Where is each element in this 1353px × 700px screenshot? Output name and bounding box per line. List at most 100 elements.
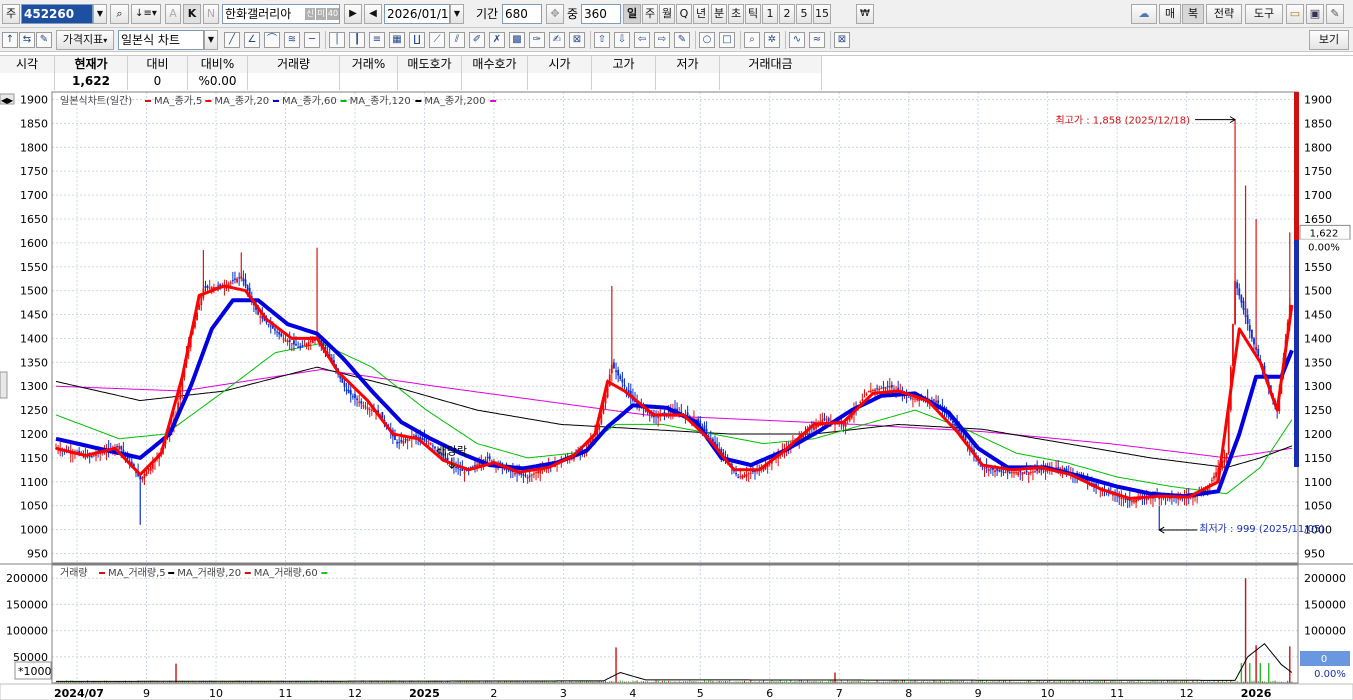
- candle-body: [139, 476, 142, 480]
- period-button-2[interactable]: 월: [659, 4, 675, 24]
- market-selector[interactable]: 주: [2, 4, 20, 24]
- note-icon[interactable]: ✎: [674, 32, 690, 48]
- cloud-icon[interactable]: ☁: [1131, 4, 1157, 24]
- chart-type-dropdown-button[interactable]: ▼: [204, 30, 218, 50]
- candle-body: [686, 412, 689, 416]
- period-button-6[interactable]: 초: [728, 4, 744, 24]
- candle-body: [259, 316, 262, 318]
- x-tick: 12: [1180, 687, 1194, 700]
- arrow-left-icon[interactable]: ⇦: [634, 32, 650, 48]
- edit-icon[interactable]: ✎: [36, 32, 52, 48]
- candle-body: [229, 282, 232, 284]
- buy-sell-button[interactable]: 매: [1159, 4, 1181, 24]
- candle-body: [937, 400, 940, 404]
- period-input[interactable]: 680: [502, 4, 542, 24]
- y-tick-left: 1600: [20, 237, 48, 250]
- channel-tool-icon[interactable]: ⫽: [449, 32, 465, 48]
- stock-code-input[interactable]: 452260: [21, 4, 93, 24]
- up-arrow-icon[interactable]: ↑: [2, 32, 18, 48]
- period-button-4[interactable]: 년: [693, 4, 709, 24]
- period-button-0[interactable]: 일: [623, 4, 641, 24]
- code-dropdown-button[interactable]: ▼: [93, 4, 107, 24]
- date-input[interactable]: 2026/01/15: [384, 4, 450, 24]
- arrow-down-icon[interactable]: ⇩: [614, 32, 630, 48]
- x-tick: 6: [766, 687, 773, 700]
- circle-tool-icon[interactable]: ○: [699, 32, 715, 48]
- link-icon[interactable]: ⇆: [19, 32, 35, 48]
- toolbar-separator: [695, 31, 696, 49]
- candle-body: [1130, 500, 1133, 503]
- candle-body: [880, 388, 883, 390]
- delete-tool-icon[interactable]: ✗: [489, 32, 505, 48]
- arrow-up-icon[interactable]: ⇧: [594, 32, 610, 48]
- text-tool-icon[interactable]: ✍: [549, 32, 565, 48]
- main-toolbar: 주 452260 ▼ ⌕ ↓≡▾ A K N 한화갤러리아 신 미 40 ▶ ◀…: [0, 0, 1353, 28]
- arrow-right-icon[interactable]: ⇨: [654, 32, 670, 48]
- view-button[interactable]: 보기: [1309, 30, 1349, 50]
- price-chart[interactable]: 950 9501000 10001050 10501100 11001150 115012…: [0, 90, 1353, 700]
- vgrid-tool-icon[interactable]: ┃: [349, 32, 365, 48]
- period-button-5[interactable]: 분: [711, 4, 727, 24]
- candle-body: [147, 468, 150, 471]
- price-indicator-button[interactable]: 가격지표▾: [56, 30, 114, 50]
- rect-tool-icon[interactable]: □: [719, 32, 735, 48]
- candle-body: [882, 387, 885, 389]
- wave2-icon[interactable]: ≈: [809, 32, 825, 48]
- period-button-10[interactable]: 5: [796, 4, 812, 24]
- quote-header-4: 거래량: [248, 56, 340, 73]
- y-tick-right: 1850: [1304, 117, 1332, 130]
- pencil-tool-icon[interactable]: ✐: [469, 32, 485, 48]
- quote-value-9: [592, 73, 656, 90]
- period-button-7[interactable]: 틱: [745, 4, 761, 24]
- center-input[interactable]: 360: [581, 4, 621, 24]
- sort-dropdown-icon[interactable]: ↓≡▾: [131, 4, 161, 24]
- tag-credit: 신: [305, 8, 315, 20]
- brush-tool-icon[interactable]: ✑: [529, 32, 545, 48]
- candle-body: [737, 476, 740, 478]
- compound-button[interactable]: 복: [1182, 4, 1204, 24]
- image-icon[interactable]: ⊠: [834, 32, 850, 48]
- quote-header-3: 대비%: [188, 56, 248, 73]
- period-button-3[interactable]: Q: [676, 4, 692, 24]
- wrench-icon[interactable]: ✎: [1326, 4, 1344, 24]
- vline-tool-icon[interactable]: │: [329, 32, 345, 48]
- volume-tag-text: 0: [1321, 654, 1327, 665]
- angle-tool-icon[interactable]: ∠: [244, 32, 260, 48]
- next-icon[interactable]: ▶: [344, 4, 362, 24]
- scroll-toggle-glyph: ◀▶: [1, 96, 14, 105]
- line-tool-icon[interactable]: ╱: [224, 32, 240, 48]
- currency-icon[interactable]: ₩: [856, 4, 874, 24]
- candle-body: [351, 396, 354, 398]
- stock-name-field[interactable]: 한화갤러리아 신 미 40: [222, 4, 340, 24]
- strategy-button[interactable]: 전략: [1206, 4, 1242, 24]
- period-button-11[interactable]: 15: [813, 4, 831, 24]
- wave-icon[interactable]: ∿: [789, 32, 805, 48]
- period-button-8[interactable]: 1: [762, 4, 778, 24]
- grid-tool-icon[interactable]: ▦: [389, 32, 405, 48]
- legend-item: MA_종가,5: [154, 95, 202, 107]
- fan-tool-icon[interactable]: ≋: [284, 32, 300, 48]
- period-button-9[interactable]: 2: [779, 4, 795, 24]
- crop-tool-icon[interactable]: ⊠: [569, 32, 585, 48]
- folder-icon[interactable]: ▭: [1286, 4, 1304, 24]
- x-tick: 12: [348, 687, 362, 700]
- k-button[interactable]: K: [183, 4, 201, 24]
- color-tool-icon[interactable]: ▩: [509, 32, 525, 48]
- hline-tool-icon[interactable]: ─: [304, 32, 320, 48]
- zoom-icon[interactable]: ⌕: [744, 32, 760, 48]
- arc-tool-icon[interactable]: ⌒: [264, 32, 280, 48]
- cycle-tool-icon[interactable]: ∐: [409, 32, 425, 48]
- search-icon[interactable]: ⌕: [110, 4, 129, 24]
- chart-type-select[interactable]: 일본식 차트: [118, 30, 204, 50]
- candle-body: [524, 475, 527, 477]
- candle-body: [246, 285, 249, 291]
- period-button-1[interactable]: 주: [642, 4, 658, 24]
- date-dropdown-button[interactable]: ▼: [450, 4, 464, 24]
- hgrid-tool-icon[interactable]: ≡: [369, 32, 385, 48]
- tools-button[interactable]: 도구: [1245, 4, 1283, 24]
- save-icon[interactable]: ▣: [1306, 4, 1324, 24]
- crosshair-icon[interactable]: ✥: [546, 4, 564, 24]
- settings-icon[interactable]: ✲: [764, 32, 780, 48]
- prev-icon[interactable]: ◀: [364, 4, 382, 24]
- trend-tool-icon[interactable]: ⟋: [429, 32, 445, 48]
